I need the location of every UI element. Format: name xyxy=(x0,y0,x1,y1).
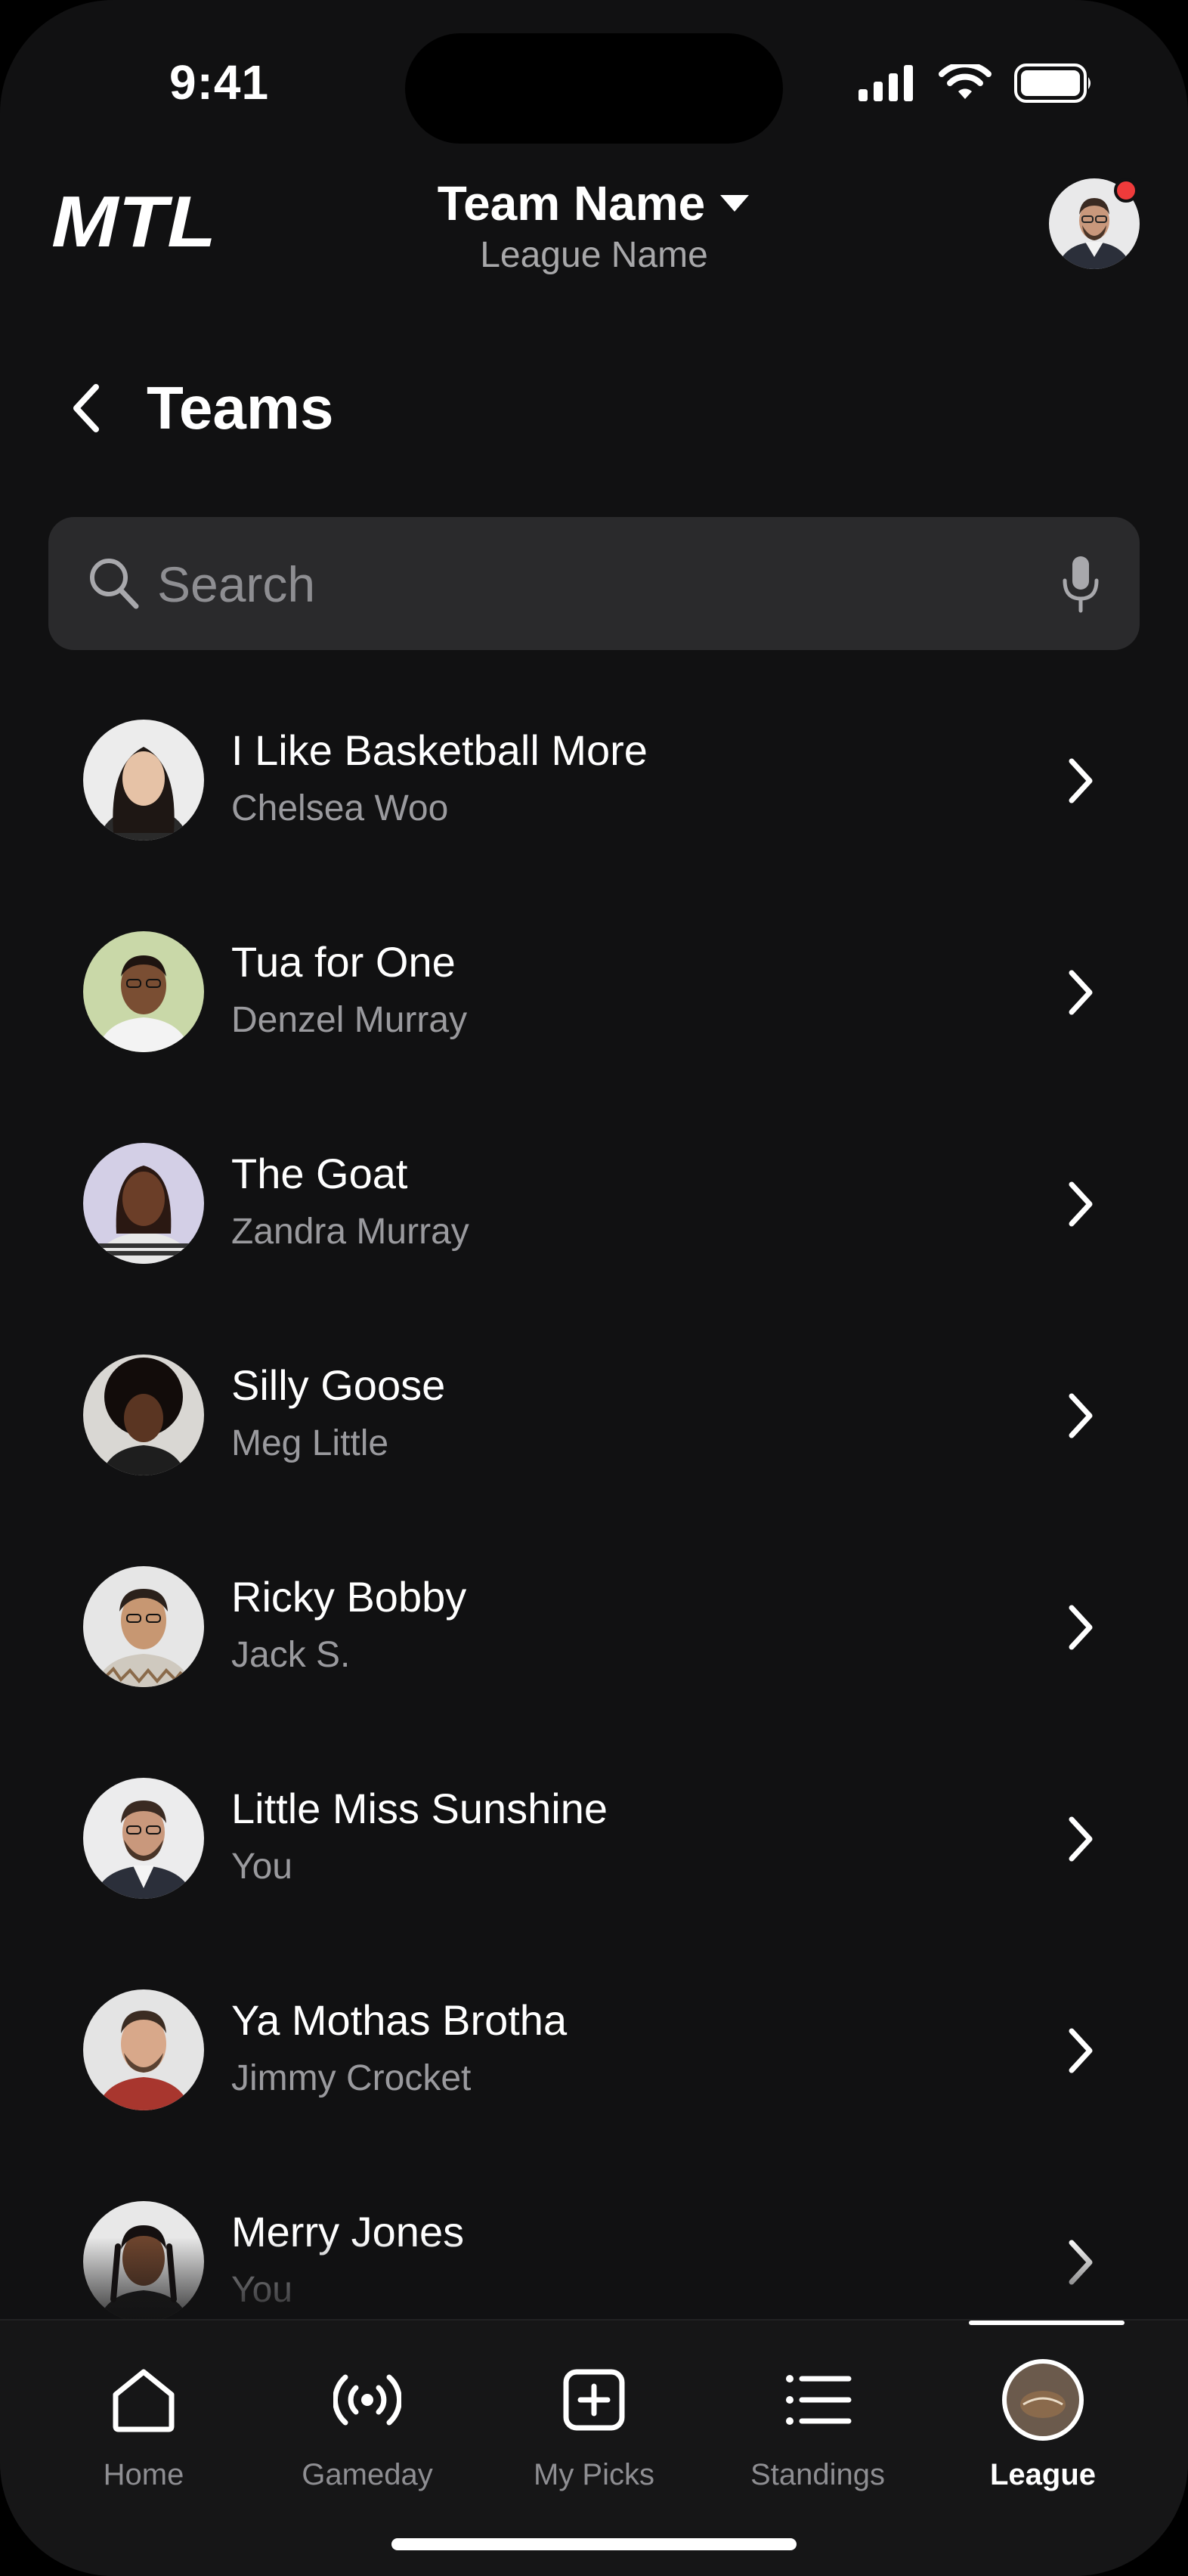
team-owner-avatar xyxy=(83,1143,204,1264)
chevron-right-icon xyxy=(1058,966,1103,1019)
tab-label: League xyxy=(989,2458,1097,2491)
team-row[interactable]: Ricky Bobby Jack S. xyxy=(0,1527,1188,1738)
team-name: I Like Basketball More xyxy=(231,726,648,774)
league-avatar-icon xyxy=(1002,2359,1084,2441)
phone-screen: 9:41 MTL Team Name League Name Teams Sea… xyxy=(0,0,1188,2576)
team-name: Silly Goose xyxy=(231,1361,446,1409)
chevron-right-icon xyxy=(1058,1813,1103,1865)
team-name: The Goat xyxy=(231,1150,408,1197)
tab-standings[interactable]: Standings xyxy=(719,2358,916,2492)
plus-square-icon xyxy=(563,2369,625,2431)
chevron-right-icon xyxy=(1058,2236,1103,2289)
tab-label: Gameday xyxy=(302,2458,433,2491)
tab-gameday[interactable]: Gameday xyxy=(269,2358,466,2492)
chevron-right-icon xyxy=(1058,754,1103,807)
tab-home[interactable]: Home xyxy=(45,2358,242,2492)
caret-down-icon xyxy=(720,195,750,212)
tab-label: Home xyxy=(103,2458,184,2491)
team-owner: Zandra Murray xyxy=(231,1212,469,1252)
team-owner: Jack S. xyxy=(231,1635,351,1675)
back-button[interactable] xyxy=(59,378,112,438)
team-owner-avatar xyxy=(83,1355,204,1475)
team-switcher[interactable]: Team Name League Name xyxy=(0,175,1188,276)
tab-my-picks[interactable]: My Picks xyxy=(496,2358,692,2492)
team-name: Team Name xyxy=(437,176,706,231)
team-row[interactable]: The Goat Zandra Murray xyxy=(0,1104,1188,1315)
team-owner: You xyxy=(231,2270,292,2310)
home-icon xyxy=(113,2369,175,2432)
team-owner-avatar xyxy=(83,931,204,1052)
active-tab-indicator xyxy=(969,2321,1125,2325)
team-name: Little Miss Sunshine xyxy=(231,1785,608,1832)
search-input[interactable] xyxy=(156,547,990,621)
broadcast-icon xyxy=(333,2374,401,2426)
chevron-right-icon xyxy=(1058,1601,1103,1654)
tab-league[interactable]: League xyxy=(945,2358,1141,2492)
team-owner: Denzel Murray xyxy=(231,1000,468,1040)
team-row[interactable]: I Like Basketball More Chelsea Woo xyxy=(0,680,1188,892)
team-row[interactable]: Tua for One Denzel Murray xyxy=(0,892,1188,1104)
team-row[interactable]: Ya Mothas Brotha Jimmy Crocket xyxy=(0,1950,1188,2162)
team-owner-avatar xyxy=(83,1989,204,2110)
home-indicator xyxy=(391,2538,797,2550)
team-owner: You xyxy=(231,1847,292,1887)
search-icon xyxy=(90,559,139,609)
chevron-right-icon xyxy=(1058,1389,1103,1442)
league-name: League Name xyxy=(480,235,708,275)
chevron-right-icon xyxy=(1058,1178,1103,1231)
list-icon xyxy=(786,2375,852,2425)
team-row[interactable]: Little Miss Sunshine You xyxy=(0,1738,1188,1950)
cellular-signal-icon xyxy=(859,65,913,101)
status-time: 9:41 xyxy=(169,55,270,110)
wifi-icon xyxy=(939,64,992,99)
chevron-right-icon xyxy=(1058,2024,1103,2077)
team-owner: Jimmy Crocket xyxy=(231,2058,472,2098)
team-owner: Chelsea Woo xyxy=(231,788,449,828)
team-row[interactable]: Silly Goose Meg Little xyxy=(0,1315,1188,1527)
battery-icon xyxy=(1014,63,1091,103)
team-owner-avatar xyxy=(83,1566,204,1687)
tab-label: Standings xyxy=(750,2458,885,2491)
team-owner-avatar xyxy=(83,720,204,841)
team-name: Tua for One xyxy=(231,938,456,986)
team-owner: Meg Little xyxy=(231,1423,389,1463)
status-icons xyxy=(859,63,1094,103)
dynamic-island xyxy=(405,33,783,144)
chevron-left-icon xyxy=(73,384,99,432)
team-name: Merry Jones xyxy=(231,2208,465,2256)
search-bar[interactable] xyxy=(48,517,1140,650)
team-name: Ricky Bobby xyxy=(231,1573,467,1621)
tab-label: My Picks xyxy=(534,2458,654,2491)
team-list: I Like Basketball More Chelsea Woo Tua f… xyxy=(0,680,1188,2373)
team-owner-avatar xyxy=(83,1778,204,1899)
notification-badge xyxy=(1114,178,1138,203)
microphone-icon[interactable] xyxy=(1061,555,1100,614)
team-name: Ya Mothas Brotha xyxy=(231,1996,568,2044)
page-title: Teams xyxy=(147,374,334,441)
team-owner-avatar xyxy=(83,2201,204,2322)
